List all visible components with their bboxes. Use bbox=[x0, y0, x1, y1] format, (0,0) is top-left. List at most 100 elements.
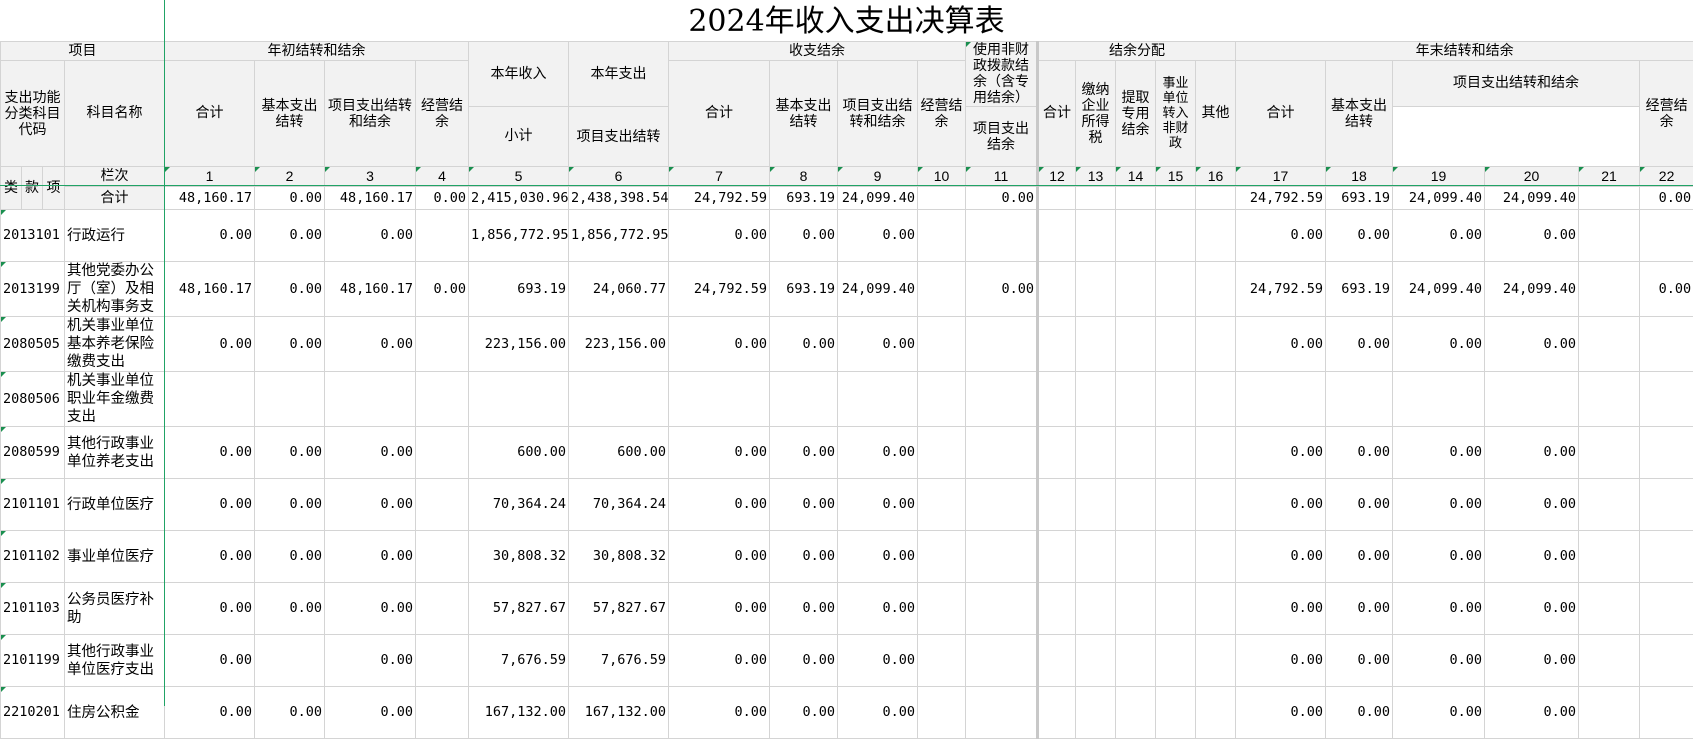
subject-name[interactable]: 住房公积金 bbox=[65, 687, 165, 739]
value-cell[interactable]: 0.00 bbox=[1485, 210, 1579, 262]
value-cell[interactable]: 24,099.40 bbox=[1485, 262, 1579, 317]
value-cell[interactable]: 0.00 bbox=[165, 583, 255, 635]
value-cell[interactable]: 0.00 bbox=[669, 479, 770, 531]
value-cell[interactable]: 0.00 bbox=[325, 531, 416, 583]
total-cell[interactable] bbox=[1196, 187, 1236, 210]
total-cell[interactable]: 48,160.17 bbox=[325, 187, 416, 210]
subject-code[interactable]: 2013199 bbox=[1, 262, 65, 317]
value-cell[interactable] bbox=[1076, 479, 1116, 531]
value-cell[interactable] bbox=[918, 479, 966, 531]
subject-code[interactable]: 2080505 bbox=[1, 317, 65, 372]
value-cell[interactable]: 0.00 bbox=[669, 635, 770, 687]
value-cell[interactable]: 0.00 bbox=[165, 427, 255, 479]
value-cell[interactable] bbox=[1579, 262, 1640, 317]
value-cell[interactable] bbox=[918, 583, 966, 635]
value-cell[interactable]: 0.00 bbox=[255, 210, 325, 262]
total-cell[interactable]: 0.00 bbox=[255, 187, 325, 210]
value-cell[interactable]: 0.00 bbox=[255, 427, 325, 479]
value-cell[interactable] bbox=[1116, 317, 1156, 372]
value-cell[interactable] bbox=[1640, 427, 1693, 479]
value-cell[interactable] bbox=[1156, 372, 1196, 427]
total-cell[interactable]: 693.19 bbox=[770, 187, 838, 210]
value-cell[interactable] bbox=[966, 210, 1038, 262]
value-cell[interactable]: 0.00 bbox=[1326, 479, 1393, 531]
value-cell[interactable]: 0.00 bbox=[770, 583, 838, 635]
value-cell[interactable] bbox=[1116, 210, 1156, 262]
value-cell[interactable] bbox=[1196, 210, 1236, 262]
value-cell[interactable]: 0.00 bbox=[1326, 687, 1393, 739]
value-cell[interactable]: 57,827.67 bbox=[569, 583, 669, 635]
value-cell[interactable]: 0.00 bbox=[1393, 531, 1485, 583]
value-cell[interactable]: 0.00 bbox=[1485, 479, 1579, 531]
value-cell[interactable]: 0.00 bbox=[669, 583, 770, 635]
total-cell[interactable]: 24,792.59 bbox=[1236, 187, 1326, 210]
value-cell[interactable] bbox=[918, 262, 966, 317]
value-cell[interactable] bbox=[1579, 427, 1640, 479]
total-cell[interactable]: 24,792.59 bbox=[669, 187, 770, 210]
value-cell[interactable]: 24,792.59 bbox=[669, 262, 770, 317]
value-cell[interactable]: 30,808.32 bbox=[569, 531, 669, 583]
total-cell[interactable]: 24,099.40 bbox=[838, 187, 918, 210]
value-cell[interactable]: 0.00 bbox=[255, 479, 325, 531]
total-cell[interactable]: 2,415,030.96 bbox=[469, 187, 569, 210]
value-cell[interactable] bbox=[1579, 687, 1640, 739]
value-cell[interactable] bbox=[1156, 687, 1196, 739]
value-cell[interactable]: 0.00 bbox=[1393, 317, 1485, 372]
value-cell[interactable]: 0.00 bbox=[1236, 635, 1326, 687]
value-cell[interactable]: 0.00 bbox=[255, 687, 325, 739]
value-cell[interactable]: 0.00 bbox=[1393, 427, 1485, 479]
value-cell[interactable] bbox=[918, 687, 966, 739]
value-cell[interactable] bbox=[1156, 583, 1196, 635]
value-cell[interactable]: 0.00 bbox=[1393, 635, 1485, 687]
value-cell[interactable] bbox=[918, 427, 966, 479]
value-cell[interactable] bbox=[1640, 531, 1693, 583]
value-cell[interactable] bbox=[1196, 687, 1236, 739]
total-cell[interactable] bbox=[1156, 187, 1196, 210]
value-cell[interactable] bbox=[416, 427, 469, 479]
value-cell[interactable]: 0.00 bbox=[669, 317, 770, 372]
value-cell[interactable] bbox=[1156, 427, 1196, 479]
value-cell[interactable]: 0.00 bbox=[770, 427, 838, 479]
value-cell[interactable]: 0.00 bbox=[165, 479, 255, 531]
subject-code[interactable]: 2101199 bbox=[1, 635, 65, 687]
value-cell[interactable]: 24,060.77 bbox=[569, 262, 669, 317]
value-cell[interactable]: 0.00 bbox=[838, 479, 918, 531]
value-cell[interactable]: 167,132.00 bbox=[569, 687, 669, 739]
value-cell[interactable] bbox=[918, 372, 966, 427]
value-cell[interactable]: 0.00 bbox=[838, 635, 918, 687]
value-cell[interactable] bbox=[1196, 531, 1236, 583]
value-cell[interactable]: 0.00 bbox=[1326, 583, 1393, 635]
value-cell[interactable]: 167,132.00 bbox=[469, 687, 569, 739]
value-cell[interactable] bbox=[1196, 372, 1236, 427]
value-cell[interactable]: 0.00 bbox=[255, 317, 325, 372]
value-cell[interactable] bbox=[1116, 583, 1156, 635]
value-cell[interactable] bbox=[770, 372, 838, 427]
value-cell[interactable] bbox=[966, 372, 1038, 427]
value-cell[interactable] bbox=[416, 372, 469, 427]
value-cell[interactable] bbox=[1196, 479, 1236, 531]
value-cell[interactable] bbox=[1156, 635, 1196, 687]
value-cell[interactable] bbox=[469, 372, 569, 427]
value-cell[interactable] bbox=[416, 479, 469, 531]
total-cell[interactable]: 2,438,398.54 bbox=[569, 187, 669, 210]
value-cell[interactable]: 0.00 bbox=[838, 687, 918, 739]
value-cell[interactable]: 0.00 bbox=[770, 635, 838, 687]
value-cell[interactable] bbox=[1196, 583, 1236, 635]
value-cell[interactable]: 0.00 bbox=[1485, 635, 1579, 687]
value-cell[interactable]: 693.19 bbox=[1326, 262, 1393, 317]
value-cell[interactable]: 0.00 bbox=[1485, 317, 1579, 372]
total-cell[interactable]: 48,160.17 bbox=[165, 187, 255, 210]
value-cell[interactable]: 0.00 bbox=[1640, 262, 1693, 317]
value-cell[interactable]: 0.00 bbox=[416, 262, 469, 317]
value-cell[interactable]: 0.00 bbox=[1236, 210, 1326, 262]
value-cell[interactable]: 0.00 bbox=[1236, 687, 1326, 739]
value-cell[interactable]: 57,827.67 bbox=[469, 583, 569, 635]
value-cell[interactable]: 0.00 bbox=[770, 479, 838, 531]
value-cell[interactable]: 0.00 bbox=[255, 583, 325, 635]
value-cell[interactable]: 48,160.17 bbox=[165, 262, 255, 317]
value-cell[interactable]: 0.00 bbox=[325, 317, 416, 372]
subject-code[interactable]: 2101103 bbox=[1, 583, 65, 635]
value-cell[interactable]: 0.00 bbox=[1236, 531, 1326, 583]
value-cell[interactable]: 0.00 bbox=[1485, 531, 1579, 583]
value-cell[interactable]: 0.00 bbox=[669, 427, 770, 479]
